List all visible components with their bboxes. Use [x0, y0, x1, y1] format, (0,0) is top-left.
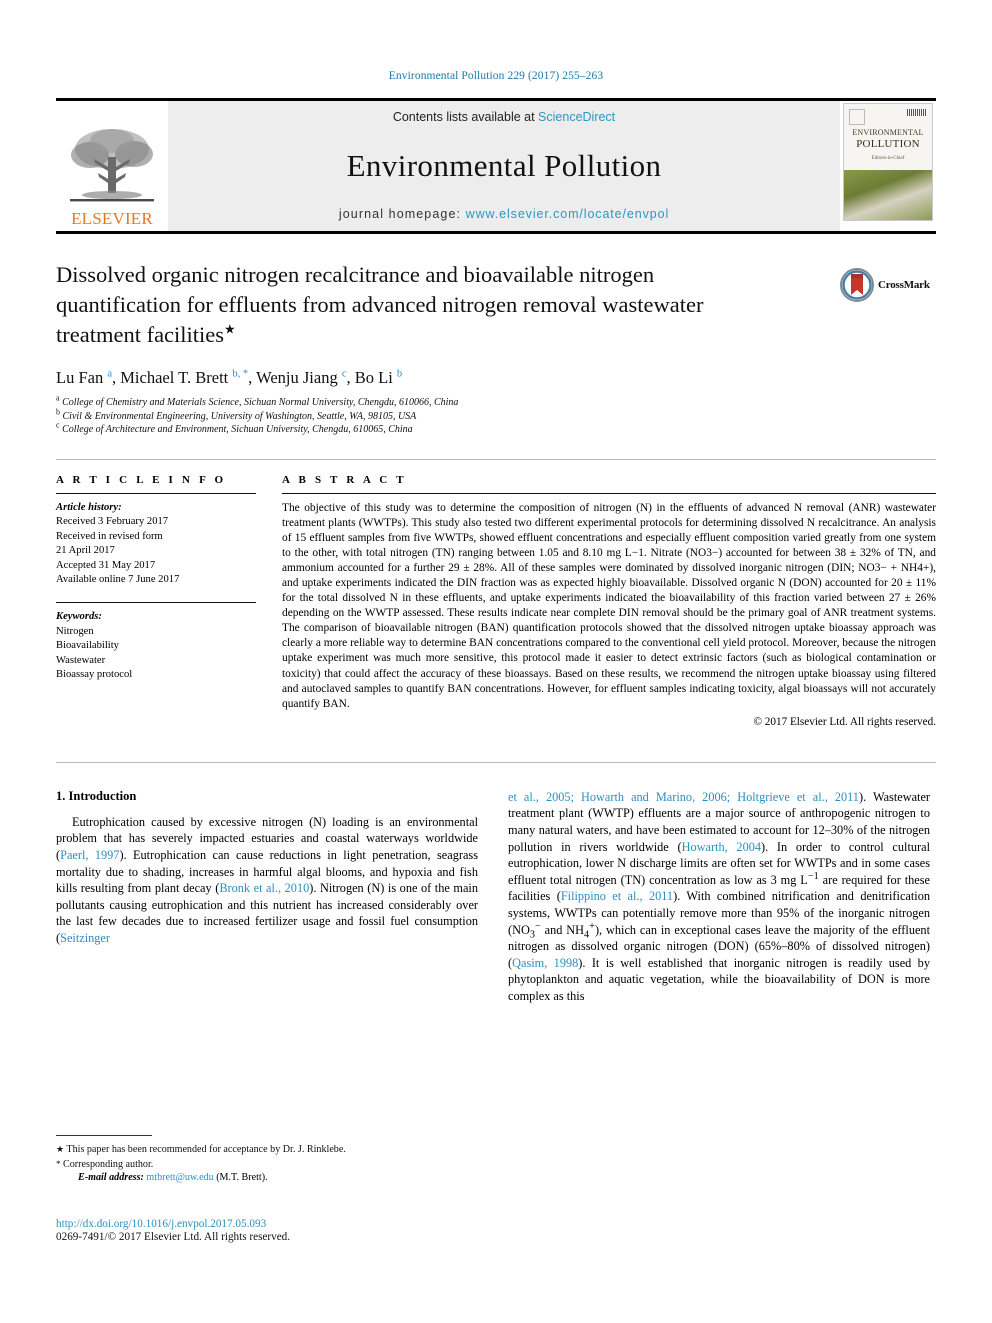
abstract-column: A B S T R A C T The objective of this st… [282, 474, 936, 728]
history-item-4: Available online 7 June 2017 [56, 574, 180, 586]
affiliation-text-b: Civil & Environmental Engineering, Unive… [62, 410, 417, 422]
footnote-separator-rule [56, 1135, 152, 1136]
abstract-copyright: © 2017 Elsevier Ltd. All rights reserved… [753, 715, 937, 728]
affiliation-text-c: College of Architecture and Environment,… [62, 424, 413, 435]
keywords-label: Keywords: [56, 611, 102, 623]
elsevier-logo: ELSEVIER [56, 101, 168, 231]
sciencedirect-link[interactable]: ScienceDirect [538, 110, 615, 124]
footnotes-block: ★ This paper has been recommended for ac… [56, 1135, 478, 1183]
article-history-label: Article history: [56, 501, 122, 513]
footnote-corr-text: Corresponding author. [63, 1159, 154, 1170]
keywords-rule [56, 602, 256, 604]
journal-cover-image: ENVIRONMENTAL POLLUTION Editors-in-Chief [843, 103, 933, 221]
affiliation-list: a College of Chemistry and Materials Sci… [56, 393, 936, 437]
affiliation-a: a College of Chemistry and Materials Sci… [56, 393, 936, 410]
journal-band: Contents lists available at ScienceDirec… [168, 101, 840, 231]
footnote-star: ★ This paper has been recommended for ac… [56, 1142, 478, 1157]
crossmark-badge[interactable]: CrossMark [840, 268, 936, 302]
article-info-rule [56, 492, 256, 494]
article-title-text: Dissolved organic nitrogen recalcitrance… [56, 262, 704, 347]
issn-copyright-line: 0269-7491/© 2017 Elsevier Ltd. All right… [56, 1231, 291, 1243]
intro-paragraph-right: et al., 2005; Howarth and Marino, 2006; … [508, 789, 930, 1003]
body-column-left: 1. Introduction Eutrophication caused by… [56, 789, 478, 1005]
body-column-right: et al., 2005; Howarth and Marino, 2006; … [508, 789, 930, 1005]
journal-title: Environmental Pollution [346, 147, 662, 183]
cover-elsevier-mark-icon [849, 109, 865, 125]
affiliation-mark-a: a [56, 393, 60, 403]
author-list: Lu Fan a, Michael T. Brett b, *, Wenju J… [56, 368, 403, 387]
section-heading-introduction: 1. Introduction [56, 788, 137, 803]
abstract-rule [282, 492, 936, 494]
keyword-3: Bioassay protocol [56, 669, 133, 681]
crossmark-icon [840, 268, 874, 302]
email-suffix: (M.T. Brett). [216, 1172, 268, 1183]
history-item-2: 21 April 2017 [56, 545, 115, 557]
cover-barcode-icon [907, 109, 927, 116]
keyword-1: Bioavailability [56, 640, 119, 652]
elsevier-tree-icon [70, 129, 154, 202]
cover-title-line1: ENVIRONMENTAL [852, 128, 924, 137]
homepage-prefix: journal homepage: [338, 207, 466, 221]
cover-photo-area [844, 170, 932, 220]
history-item-3: Accepted 31 May 2017 [56, 559, 156, 571]
footer-doi-block: http://dx.doi.org/10.1016/j.envpol.2017.… [56, 1218, 486, 1243]
journal-cover-thumbnail: ENVIRONMENTAL POLLUTION Editors-in-Chief [840, 101, 936, 231]
abstract-heading: A B S T R A C T [282, 473, 407, 486]
footnote-star-mark: ★ [56, 1144, 65, 1154]
footnote-corr-mark: * [56, 1159, 61, 1169]
masthead-bottom-rule [56, 231, 936, 234]
abstract-text: The objective of this study was to deter… [282, 501, 936, 710]
footnote-star-text: This paper has been recommended for acce… [66, 1144, 346, 1155]
journal-homepage-link[interactable]: www.elsevier.com/locate/envpol [466, 207, 669, 221]
affiliation-mark-c: c [56, 420, 60, 430]
info-abstract-row: A R T I C L E I N F O Article history: R… [56, 458, 936, 728]
intro-paragraph-left: Eutrophication caused by excessive nitro… [56, 814, 478, 945]
crossmark-label: CrossMark [878, 279, 930, 291]
keyword-2: Wastewater [56, 654, 106, 666]
keywords-block: Keywords: Nitrogen Bioavailability Waste… [56, 610, 256, 683]
article-info-column: A R T I C L E I N F O Article history: R… [56, 474, 256, 728]
cover-upper-area: ENVIRONMENTAL POLLUTION Editors-in-Chief [844, 104, 932, 171]
journal-homepage-line: journal homepage: www.elsevier.com/locat… [339, 207, 669, 221]
email-label: E-mail address: [78, 1172, 144, 1183]
affiliation-c: c College of Architecture and Environmen… [56, 420, 936, 437]
keyword-0: Nitrogen [56, 625, 94, 637]
affiliation-text-a: College of Chemistry and Materials Scien… [62, 397, 459, 408]
article-info-heading: A R T I C L E I N F O [56, 473, 227, 486]
footnote-corresponding: * Corresponding author. [56, 1157, 478, 1172]
contents-available-line: Contents lists available at ScienceDirec… [393, 110, 615, 124]
history-item-1: Received in revised form [56, 530, 163, 542]
title-block: Dissolved organic nitrogen recalcitrance… [56, 260, 936, 437]
running-head: Environmental Pollution 229 (2017) 255–2… [388, 70, 604, 82]
affiliation-b: b Civil & Environmental Engineering, Uni… [56, 407, 936, 424]
contents-prefix: Contents lists available at [392, 110, 539, 124]
title-footnote-mark: ★ [224, 321, 236, 337]
affiliation-mark-b: b [56, 407, 60, 417]
cover-title-line2: POLLUTION [856, 138, 920, 150]
body-columns: 1. Introduction Eutrophication caused by… [56, 761, 936, 1005]
paper-page: Environmental Pollution 229 (2017) 255–2… [0, 0, 992, 1323]
doi-link[interactable]: http://dx.doi.org/10.1016/j.envpol.2017.… [56, 1218, 486, 1230]
journal-masthead: ELSEVIER Contents lists available at Sci… [56, 98, 936, 231]
footnote-email-line: E-mail address: mtbrett@uw.edu (M.T. Bre… [56, 1172, 478, 1183]
history-item-0: Received 3 February 2017 [56, 516, 169, 528]
elsevier-wordmark: ELSEVIER [71, 209, 153, 228]
article-history-block: Article history: Received 3 February 201… [56, 501, 256, 589]
page-title: Dissolved organic nitrogen recalcitrance… [56, 260, 756, 350]
cover-subtitle: Editors-in-Chief [871, 156, 905, 161]
email-link[interactable]: mtbrett@uw.edu [146, 1172, 213, 1183]
